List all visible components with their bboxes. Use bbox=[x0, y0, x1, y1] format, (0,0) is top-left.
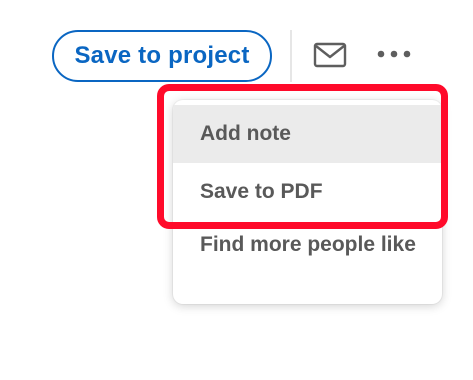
menu-item-save-to-pdf[interactable]: Save to PDF bbox=[173, 163, 442, 221]
more-actions-dropdown: Add note Save to PDF Find more people li… bbox=[173, 100, 442, 304]
menu-item-label: Save to PDF bbox=[200, 180, 323, 203]
menu-item-label: Add note bbox=[200, 122, 291, 145]
save-to-project-button[interactable]: Save to project bbox=[52, 30, 272, 82]
more-horizontal-icon[interactable] bbox=[375, 46, 413, 62]
menu-item-label: Find more people like bbox=[200, 233, 416, 256]
vertical-divider bbox=[290, 30, 292, 82]
profile-actions-area: Save to project Add note Save to PDF Fin… bbox=[0, 0, 473, 380]
menu-item-add-note[interactable]: Add note bbox=[173, 105, 442, 163]
envelope-icon[interactable] bbox=[313, 41, 347, 69]
menu-item-find-more-people[interactable]: Find more people like bbox=[173, 233, 442, 287]
